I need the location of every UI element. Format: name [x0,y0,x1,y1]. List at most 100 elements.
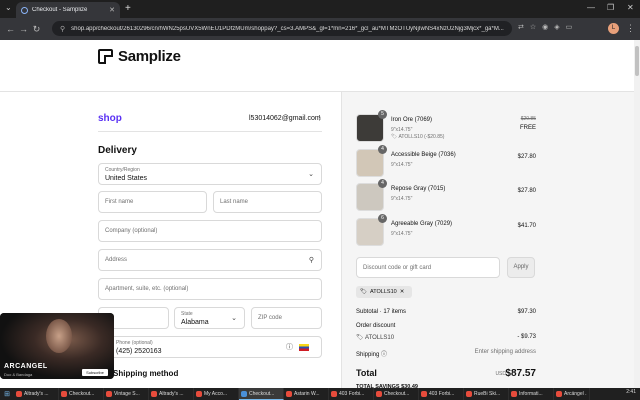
quantity-badge: 4 [378,179,387,188]
apartment-field[interactable]: Apartment, suite, etc. (optional) [98,278,322,300]
taskbar-item[interactable]: Altrady's ... [14,388,59,400]
quantity-badge: 4 [378,145,387,154]
extension-icon[interactable]: ◉ [542,23,548,31]
new-tab-icon[interactable]: + [125,3,131,14]
remove-discount-icon[interactable]: ✕ [400,289,405,295]
country-label: Country/Region [105,167,140,173]
browser-chrome: ⌄ Checkout - Samplize ✕ + — ❐ ✕ ← → ↻ ⚲ … [0,0,640,40]
list-item: 5 Iron Ore (7069) 9"x14.75" 🏷 ATOLLS10 (… [356,110,536,142]
page-scrollbar[interactable] [634,40,640,388]
taskbar-item[interactable]: 403 Forbi... [419,388,464,400]
first-name-field[interactable]: First name [98,191,207,213]
favicon-icon [21,6,28,14]
video-subtitle: Duo & Bandaga [4,372,33,377]
last-name-placeholder: Last name [220,199,249,205]
phone-field[interactable]: Phone (optional) (425) 2520163 ⓘ [98,336,322,358]
site-info-icon[interactable]: ⚲ [60,25,65,33]
product-size: 9"x14.75" [391,162,413,168]
app-icon [241,390,247,397]
taskbar-item[interactable]: RueBi Ski... [464,388,509,400]
minimize-icon[interactable]: — [587,3,595,12]
last-name-field[interactable]: Last name [213,191,322,213]
order-discount-label: Order discount [356,323,396,329]
taskbar-item-label: Arcángel ... [564,391,587,397]
taskbar-item[interactable]: Altrady's ... [149,388,194,400]
shipping-row: Shipping ⓘ Enter shipping address [356,349,536,358]
close-tab-icon[interactable]: ✕ [109,6,115,14]
shop-pay-logo: shop [98,113,122,124]
profile-avatar[interactable]: L [608,23,619,34]
close-window-icon[interactable]: ✕ [627,3,634,12]
taskbar-item-label: 403 Forbi... [339,391,365,397]
menu-icon[interactable]: ⋮ [624,23,637,34]
subtotal-label: Subtotal · 17 items [356,309,407,315]
taskbar-item-label: Altrady's ... [159,391,184,397]
apply-button[interactable]: Apply [507,257,535,278]
state-select[interactable]: State Alabama ⌄ [174,307,245,329]
nav-bar: ← → ↻ ⚲ shop.app/checkout/26130296/cn/hW… [0,18,640,40]
taskbar-item-label: RueBi Ski... [474,391,501,397]
discount-chip: 🏷 ATOLLS10 ✕ [356,286,412,298]
help-icon[interactable]: ⓘ [286,342,293,352]
tag-icon: 🏷 [356,335,364,341]
forward-icon[interactable]: → [17,24,30,34]
app-icon [16,391,22,397]
taskbar-item[interactable]: Checkout... [239,388,284,400]
discount-code-input[interactable]: Discount code or gift card [356,257,500,278]
taskbar-item[interactable]: Informati... [509,388,554,400]
discount-code-row: 🏷 ATOLLS10 - $9.73 [356,334,536,341]
taskbar-item[interactable]: 403 Forbi... [329,388,374,400]
list-item: 6 Agreeable Gray (7029) 9"x14.75" $41.70 [356,214,536,246]
subtotal-value: $97.30 [517,309,536,315]
state-label: State [181,311,193,317]
system-clock[interactable]: 2:41 [626,389,636,395]
app-icon [151,391,157,397]
translate-icon[interactable]: ⇄ [518,23,524,31]
company-placeholder: Company (optional) [105,228,158,234]
taskbar-item[interactable]: My Acco... [194,388,239,400]
taskbar-item[interactable]: Checkout... [374,388,419,400]
taskbar-item[interactable]: Checkout... [59,388,104,400]
maximize-icon[interactable]: ❐ [607,3,614,12]
url-text: shop.app/checkout/26130296/cn/hWN25psUVX… [71,25,504,32]
chevron-down-icon: ⌄ [231,315,237,322]
start-icon[interactable]: ⊞ [0,390,14,398]
product-name: Agreeable Gray (7029) [391,221,453,227]
product-price: $41.70 [517,223,536,229]
samplize-logo[interactable]: Samplize [98,48,181,65]
zip-field[interactable]: ZIP code [251,307,322,329]
reload-icon[interactable]: ↻ [30,24,43,35]
company-field[interactable]: Company (optional) [98,220,322,242]
puzzle-icon[interactable]: ◈ [554,23,559,31]
address-field[interactable]: Address ⚲ [98,249,322,271]
back-icon[interactable]: ← [4,24,17,34]
product-name: Repose Gray (7015) [391,186,446,192]
video-artwork [46,319,72,353]
currency-code: USD [495,371,506,377]
mini-video-player[interactable]: ARCANGEL Duo & Bandaga Subscribe [0,313,114,379]
tab-menu-icon[interactable]: ⌄ [5,3,12,12]
sidebar-icon[interactable]: ▭ [566,23,573,31]
taskbar-item[interactable]: Vintage S... [104,388,149,400]
app-icon [286,391,292,397]
account-menu-icon[interactable]: ⋮ [316,114,323,122]
tab-checkout[interactable]: Checkout - Samplize ✕ [16,2,120,18]
account-email: l53014062@gmail.com [249,115,321,122]
taskbar-item[interactable]: Astarin W... [284,388,329,400]
country-select[interactable]: Country/Region United States ⌄ [98,163,322,185]
subscribe-button[interactable]: Subscribe [82,369,108,376]
discount-text: ATOLLS10 (-$20.85) [398,134,445,140]
venezuela-flag-icon[interactable] [299,344,309,351]
taskbar: ⊞ Altrady's ... Checkout... Vintage S...… [0,388,640,400]
shipping-label: Shipping [356,352,380,358]
total-amount: $87.57 [505,368,536,379]
address-bar[interactable]: ⚲ shop.app/checkout/26130296/cn/hWN25psU… [52,21,512,36]
scrollbar-thumb[interactable] [635,46,639,76]
help-icon[interactable]: ⓘ [381,352,387,358]
video-title: ARCANGEL [4,363,48,370]
star-icon[interactable]: ☆ [530,23,536,31]
app-icon [61,391,67,397]
taskbar-item[interactable]: Arcángel ... [554,388,590,400]
shipping-method-heading: Shipping method [113,369,179,378]
extension-icons: ⇄ ☆ ◉ ◈ ▭ [518,23,572,31]
